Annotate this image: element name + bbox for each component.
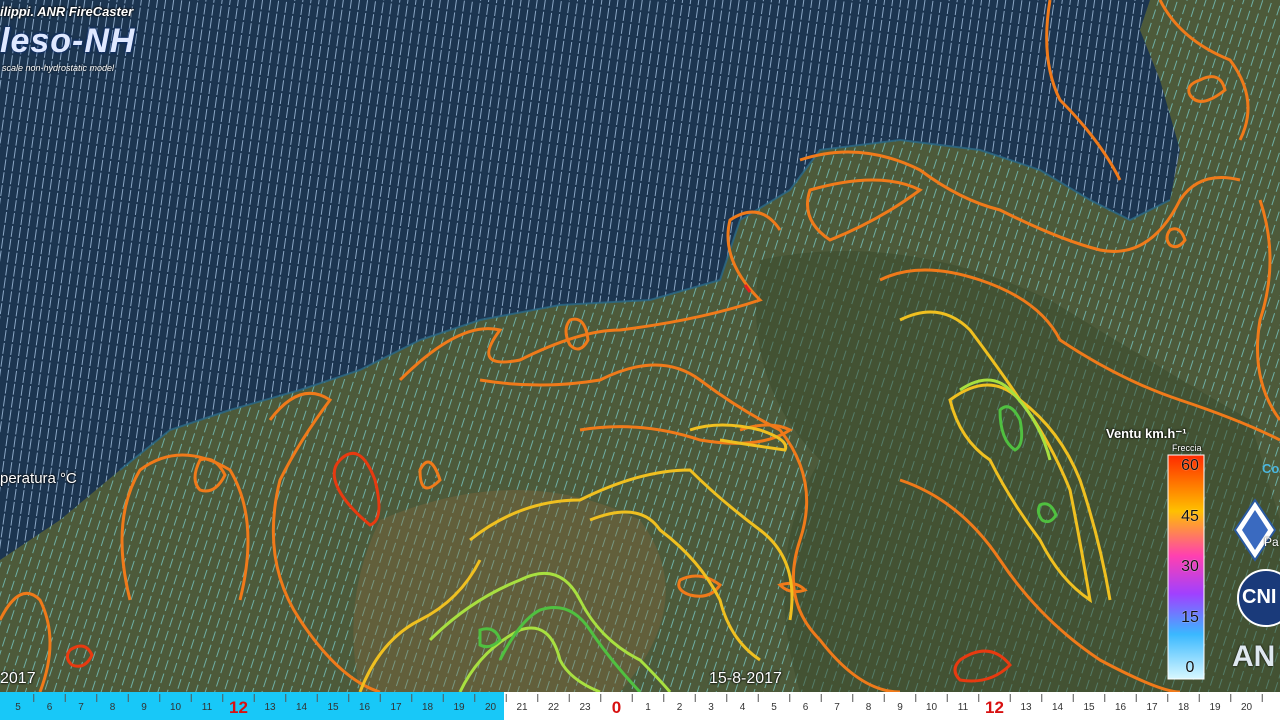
timeline-hour-label[interactable]: 6	[35, 702, 65, 713]
timeline-hour-label[interactable]: 20	[1232, 702, 1262, 713]
colorbar-tick-label: 15	[1181, 608, 1199, 626]
date-middle: 15-8-2017	[709, 670, 782, 687]
partner-logo-pa: Pa	[1230, 495, 1280, 565]
partner-logo-pa-text: Pa	[1264, 535, 1279, 549]
timeline-hour-label[interactable]: 20	[476, 702, 506, 713]
model-logo: leso-NH	[0, 22, 136, 60]
timeline-hour-label[interactable]: 1	[633, 702, 663, 713]
timeline-hour-label[interactable]: 11	[192, 702, 222, 713]
anr-logo-text: AN	[1232, 640, 1276, 673]
timeline-hour-label[interactable]: 11	[948, 702, 978, 713]
forecast-map	[0, 0, 1280, 692]
date-left: 2017	[0, 670, 36, 687]
credit-text: ilippi. ANR FireCaster	[0, 4, 134, 19]
diamond-icon	[1233, 498, 1277, 562]
timeline-hour-label[interactable]: 16	[1106, 702, 1136, 713]
timeline-hour-label[interactable]: 21	[507, 702, 537, 713]
timeline-hour-label[interactable]: 19	[444, 702, 474, 713]
cnr-logo-text: CNI	[1242, 586, 1277, 608]
timeline-hour-label[interactable]: 7	[822, 702, 852, 713]
timeline-hour-label[interactable]: 16	[350, 702, 380, 713]
timeline-hour-label[interactable]: 18	[1169, 702, 1199, 713]
timeline-hour-label[interactable]: 14	[287, 702, 317, 713]
timeline-hour-label[interactable]: 10	[161, 702, 191, 713]
wind-legend-subtitle: Freccia	[1172, 443, 1202, 453]
timeline-hour-label[interactable]: 13	[1011, 702, 1041, 713]
timeline-hour-label[interactable]: 12	[224, 698, 254, 718]
timeline-hour-label[interactable]: 14	[1043, 702, 1073, 713]
timeline-hour-label[interactable]: 23	[570, 702, 600, 713]
colorbar-tick-label: 45	[1181, 507, 1199, 525]
timeline-hour-label[interactable]: 5	[759, 702, 789, 713]
colorbar-tick-label: 0	[1185, 659, 1195, 676]
timeline-hour-label[interactable]: 7	[66, 702, 96, 713]
timeline-hour-label[interactable]: 22	[539, 702, 569, 713]
timeline-hour-label[interactable]: 9	[885, 702, 915, 713]
anr-logo: AN	[1232, 640, 1280, 680]
timeline-hour-label[interactable]: 8	[854, 702, 884, 713]
timeline-hour-label[interactable]: 18	[413, 702, 443, 713]
wind-legend-title: Ventu km.h⁻¹	[1106, 426, 1187, 441]
timeline-hour-label[interactable]: 15	[318, 702, 348, 713]
timeline-hour-label[interactable]: 0	[602, 698, 632, 718]
timeline-hour-label[interactable]: 17	[381, 702, 411, 713]
timeline-hour-label[interactable]: 3	[696, 702, 726, 713]
timeline-hour-label[interactable]: 10	[917, 702, 947, 713]
timeline-hour-label[interactable]: 4	[728, 702, 758, 713]
cnr-logo: CNI	[1236, 568, 1280, 628]
temperature-legend-label: peratura °C	[0, 470, 77, 487]
timeline-hour-label[interactable]: 17	[1137, 702, 1167, 713]
timeline-hour-label[interactable]: 15	[1074, 702, 1104, 713]
timeline-hour-label[interactable]: 5	[3, 702, 33, 713]
colorbar-tick-label: 60	[1181, 457, 1199, 474]
colorbar-tick-label: 30	[1181, 558, 1199, 575]
timeline-hour-label[interactable]: 2	[665, 702, 695, 713]
timeline-hour-label[interactable]: 6	[791, 702, 821, 713]
timeline-hour-label[interactable]: 13	[255, 702, 285, 713]
timeline-hour-label[interactable]: 8	[98, 702, 128, 713]
timeline-hour-label[interactable]: 19	[1200, 702, 1230, 713]
model-logo-subtitle: scale non-hydrostatic model	[2, 63, 115, 73]
timeline-hour-label[interactable]: 12	[980, 698, 1010, 718]
partner-logo-co-text: Co	[1262, 461, 1280, 476]
timeline-hour-label[interactable]: 9	[129, 702, 159, 713]
partner-logo-co: Co	[1232, 455, 1280, 487]
